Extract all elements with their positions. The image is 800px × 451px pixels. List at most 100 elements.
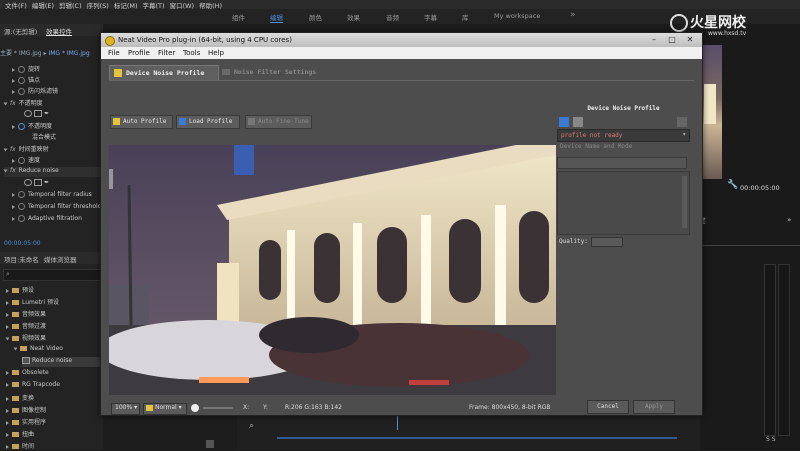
folder-video-effects[interactable]: 视频效果 (5, 333, 109, 343)
preview-building (704, 84, 716, 124)
workspace-custom[interactable]: My workspace (494, 12, 540, 20)
tool-icon[interactable] (206, 440, 214, 448)
open-profile-icon[interactable] (559, 117, 569, 127)
apply-button[interactable]: Apply (633, 400, 675, 414)
folder-transform[interactable]: 变换 (6, 393, 109, 403)
timecode-left[interactable]: 00:00:05:00 (4, 240, 107, 250)
stopwatch-icon[interactable] (18, 215, 25, 222)
wrench-icon[interactable]: 🔧 (727, 180, 738, 190)
zoom-select[interactable]: 100% ▾ (111, 403, 140, 415)
folder-icon (12, 312, 19, 317)
maximize-icon[interactable]: □ (663, 35, 681, 45)
workspace-libraries[interactable]: 库 (462, 12, 469, 22)
search-icon[interactable]: ⌕ (249, 421, 254, 431)
fx-icon[interactable]: fx (10, 146, 16, 153)
effect-row-reduce-noise[interactable]: fx Reduce noise (3, 167, 107, 177)
effect-row-time-remap[interactable]: fx 时间重映射 (3, 144, 107, 154)
profile-status-select[interactable]: profile not ready ▾ (557, 129, 690, 142)
stopwatch-icon[interactable] (18, 66, 25, 73)
timecode-right[interactable]: 00:00:05:00 (740, 184, 780, 192)
tab-source[interactable]: 源:(无剪辑) (4, 26, 37, 36)
stopwatch-icon[interactable] (18, 88, 25, 95)
record-toggle[interactable] (191, 404, 199, 412)
folder-utility[interactable]: 实用程序 (6, 417, 109, 427)
neat-title-bar[interactable]: Neat Video Pro plug-in (64-bit, using 4 … (101, 33, 702, 47)
details-scrollbar[interactable] (682, 176, 687, 228)
effect-item-reduce-noise[interactable]: Reduce noise (22, 357, 103, 367)
profile-details-area (557, 171, 690, 235)
load-profile-button[interactable]: Load Profile (176, 115, 240, 129)
folder-lumetri[interactable]: Lumetri 预设 (6, 297, 109, 307)
program-monitor-area: 火星网校 www.hxsd.tv 🔧 00:00:05:00 📷 » S S (670, 14, 800, 450)
view-mode-select[interactable]: Normal ▾ (143, 403, 187, 415)
workspace-effects[interactable]: 效果 (347, 12, 360, 22)
stopwatch-icon[interactable] (18, 157, 25, 164)
neat-menu-profile[interactable]: Profile (128, 49, 150, 57)
auto-fine-tune-button[interactable]: Auto Fine-Tune (245, 115, 312, 129)
timeline-scrollbar[interactable] (277, 437, 677, 439)
expand-icon[interactable]: » (787, 216, 791, 224)
tab-media-browser[interactable]: 媒体浏览器 (44, 254, 77, 264)
stopwatch-icon[interactable] (18, 203, 25, 210)
fx-icon[interactable]: fx (10, 100, 16, 107)
folder-image-control[interactable]: 图像控制 (6, 405, 109, 415)
playhead[interactable] (397, 416, 398, 430)
stopwatch-icon[interactable] (18, 191, 25, 198)
stopwatch-icon[interactable] (18, 123, 25, 130)
workspace-editing[interactable]: 编辑 (270, 12, 283, 23)
stopwatch-icon[interactable] (18, 77, 25, 84)
effect-row-opacity[interactable]: fx 不透明度 (3, 98, 107, 108)
workspace-assembly[interactable]: 组件 (232, 12, 245, 22)
folder-icon (20, 346, 27, 351)
neat-menu-tools[interactable]: Tools (183, 49, 200, 57)
tab-device-noise-profile[interactable]: Device Noise Profile (109, 65, 219, 81)
pen-tool-icon[interactable]: ✒ (44, 110, 49, 117)
folder-audio-transitions[interactable]: 音频过渡 (6, 321, 109, 331)
rectangle-mask-icon[interactable] (34, 179, 42, 186)
tab-effect-controls[interactable]: 效果控件 (46, 26, 72, 36)
frame-info: Frame: 800x450, 8-bit RGB (469, 404, 551, 411)
more-workspaces-icon[interactable]: » (570, 10, 576, 20)
pen-tool-icon[interactable]: ✒ (44, 179, 49, 186)
folder-open-icon (179, 118, 186, 125)
tab-project[interactable]: 项目:未命名 (4, 254, 39, 264)
cancel-button[interactable]: Cancel (587, 400, 629, 414)
ellipse-mask-icon[interactable] (24, 110, 32, 117)
save-profile-icon[interactable] (573, 117, 583, 127)
solo-labels[interactable]: S S (766, 436, 776, 443)
neat-menu-file[interactable]: File (108, 49, 120, 57)
folder-distort[interactable]: 扭曲 (6, 429, 109, 439)
coord-y: Y: (263, 404, 268, 411)
neat-body: Device Noise Profile Noise Filter Settin… (101, 59, 702, 415)
help-icon[interactable] (677, 117, 687, 127)
audio-meter-left (764, 264, 776, 436)
zoom-slider[interactable] (203, 407, 233, 409)
logo-icon (670, 14, 688, 32)
auto-profile-button[interactable]: Auto Profile (110, 115, 173, 129)
folder-audio-effects[interactable]: 音频效果 (6, 309, 109, 319)
device-name-input[interactable] (557, 157, 687, 169)
neat-menu-filter[interactable]: Filter (158, 49, 175, 57)
ellipse-mask-icon[interactable] (24, 179, 32, 186)
neat-menu-help[interactable]: Help (208, 49, 224, 57)
folder-icon (12, 420, 19, 425)
effects-search-input[interactable]: ⌕ (3, 269, 101, 281)
device-name-field[interactable]: Device Name and Mode (557, 143, 691, 153)
minimize-icon[interactable]: – (645, 35, 663, 45)
folder-presets[interactable]: 预设 (6, 285, 109, 295)
workspace-color[interactable]: 颜色 (309, 12, 322, 22)
preview-viewport[interactable] (109, 145, 556, 395)
tab-noise-filter-settings[interactable]: Noise Filter Settings (218, 65, 326, 79)
folder-icon (12, 300, 19, 305)
wand-icon (114, 69, 122, 77)
workspace-titles[interactable]: 字幕 (424, 12, 437, 22)
quality-meter (591, 237, 623, 247)
preview-side-handle[interactable] (109, 169, 113, 189)
folder-trapcode[interactable]: RG Trapcode (6, 381, 109, 391)
rectangle-mask-icon[interactable] (34, 110, 42, 117)
folder-obsolete[interactable]: Obsolete (6, 369, 109, 379)
fx-icon[interactable]: fx (10, 167, 16, 174)
close-icon[interactable]: ✕ (681, 35, 699, 45)
workspace-audio[interactable]: 音频 (386, 12, 399, 22)
tab-divider (109, 80, 694, 81)
